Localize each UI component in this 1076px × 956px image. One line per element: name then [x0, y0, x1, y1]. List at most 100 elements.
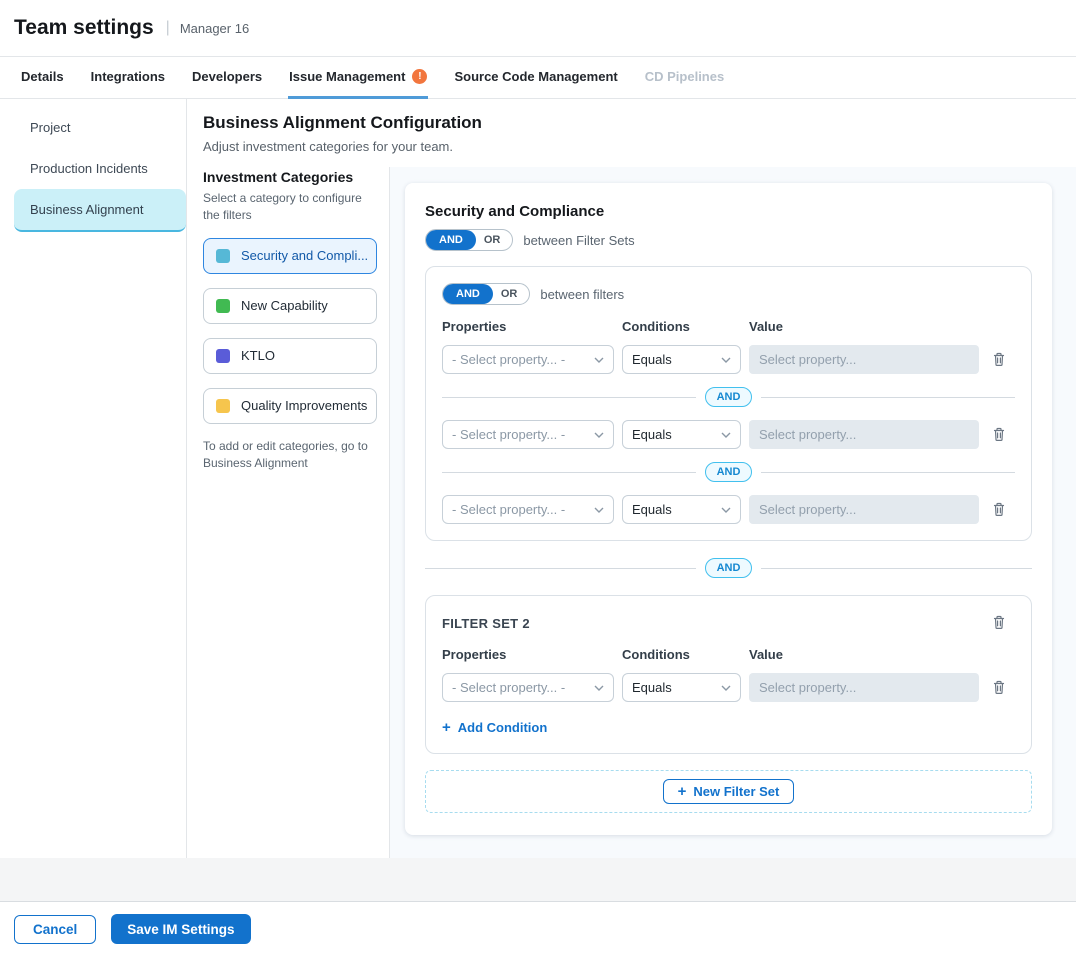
chevron-down-icon: [721, 685, 731, 691]
page-subtitle: Adjust investment categories for your te…: [203, 139, 1052, 154]
page-title: Business Alignment Configuration: [203, 113, 1052, 133]
category-quality-improvements[interactable]: Quality Improvements: [203, 388, 377, 424]
delete-filter-set-button[interactable]: [989, 612, 1009, 633]
chevron-down-icon: [721, 432, 731, 438]
category-color-swatch: [216, 399, 230, 413]
plus-icon: +: [442, 720, 451, 735]
categories-title: Investment Categories: [203, 169, 377, 185]
delete-condition-button[interactable]: [989, 677, 1009, 698]
and-connector-pill: AND: [705, 462, 753, 482]
filter-set-and-separator: AND: [425, 558, 1032, 578]
filter-sets-andor-toggle[interactable]: AND OR: [425, 229, 513, 251]
category-color-swatch: [216, 249, 230, 263]
condition-select[interactable]: Equals: [622, 345, 741, 374]
filter-set-2-title: FILTER SET 2: [442, 612, 530, 631]
properties-header: Properties: [442, 647, 622, 662]
new-filter-set-button[interactable]: + New Filter Set: [663, 779, 795, 804]
tab-integrations[interactable]: Integrations: [90, 57, 166, 99]
filter-set-2: FILTER SET 2 Properties Conditions Value: [425, 595, 1032, 754]
team-context: Manager 16: [180, 21, 249, 36]
category-filters-card: Security and Compliance AND OR between F…: [405, 183, 1052, 835]
property-select[interactable]: - Select property... -: [442, 345, 614, 374]
category-new-capability[interactable]: New Capability: [203, 288, 377, 324]
column-headers: Properties Conditions Value: [442, 647, 1015, 662]
category-label: Security and Compli...: [241, 248, 368, 263]
condition-select[interactable]: Equals: [622, 420, 741, 449]
category-color-swatch: [216, 299, 230, 313]
chevron-down-icon: [721, 507, 731, 513]
property-select[interactable]: - Select property... -: [442, 420, 614, 449]
delete-condition-button[interactable]: [989, 349, 1009, 370]
selected-category-title: Security and Compliance: [425, 203, 1032, 220]
delete-condition-button[interactable]: [989, 424, 1009, 445]
trash-icon: [991, 501, 1007, 518]
page-header: Team settings | Manager 16: [0, 0, 1076, 57]
tab-source-code-management[interactable]: Source Code Management: [453, 57, 618, 99]
category-ktlo[interactable]: KTLO: [203, 338, 377, 374]
add-condition-button[interactable]: + Add Condition: [442, 720, 547, 735]
conditions-header: Conditions: [622, 319, 749, 334]
sidebar-item-production-incidents[interactable]: Production Incidents: [14, 148, 186, 189]
and-toggle-option[interactable]: AND: [426, 230, 476, 250]
categories-subtitle: Select a category to configure the filte…: [203, 190, 377, 224]
and-connector-pill: AND: [705, 387, 753, 407]
cancel-button[interactable]: Cancel: [14, 915, 96, 944]
condition-select[interactable]: Equals: [622, 673, 741, 702]
properties-header: Properties: [442, 319, 622, 334]
or-toggle-option[interactable]: OR: [476, 230, 513, 250]
chevron-down-icon: [594, 357, 604, 363]
tab-details[interactable]: Details: [20, 57, 65, 99]
and-separator: AND: [442, 387, 1015, 407]
chevron-down-icon: [594, 432, 604, 438]
sidebar-item-project[interactable]: Project: [14, 107, 186, 148]
and-separator: AND: [442, 462, 1015, 482]
category-security-and-compliance[interactable]: Security and Compli...: [203, 238, 377, 274]
property-select[interactable]: - Select property... -: [442, 673, 614, 702]
action-footer: Cancel Save IM Settings: [0, 901, 1076, 956]
trash-icon: [991, 426, 1007, 443]
and-connector-pill: AND: [705, 558, 753, 578]
toggle-suffix: between Filter Sets: [523, 233, 634, 248]
new-filter-set-dropzone: + New Filter Set: [425, 770, 1032, 813]
filter-configuration-area: Security and Compliance AND OR between F…: [390, 167, 1076, 858]
value-header: Value: [749, 319, 783, 334]
toggle-suffix: between filters: [540, 287, 624, 302]
and-toggle-option[interactable]: AND: [443, 284, 493, 304]
value-input: [749, 420, 979, 449]
tab-cd-pipelines: CD Pipelines: [644, 57, 725, 99]
condition-row: - Select property... - Equals: [442, 673, 1015, 702]
trash-icon: [991, 614, 1007, 631]
app-title: Team settings: [14, 16, 154, 40]
condition-row: - Select property... - Equals: [442, 495, 1015, 524]
value-input: [749, 495, 979, 524]
value-input: [749, 345, 979, 374]
tab-issue-management[interactable]: Issue Management !: [288, 57, 428, 99]
or-toggle-option[interactable]: OR: [493, 284, 530, 304]
content-area: Project Production Incidents Business Al…: [0, 99, 1076, 858]
chevron-down-icon: [594, 685, 604, 691]
delete-condition-button[interactable]: [989, 499, 1009, 520]
tab-developers[interactable]: Developers: [191, 57, 263, 99]
category-label: KTLO: [241, 348, 275, 363]
warning-icon: !: [412, 69, 427, 84]
category-label: Quality Improvements: [241, 398, 367, 413]
category-label: New Capability: [241, 298, 328, 313]
trash-icon: [991, 679, 1007, 696]
value-input: [749, 673, 979, 702]
sidebar-item-business-alignment[interactable]: Business Alignment: [14, 189, 186, 232]
condition-row: - Select property... - Equals: [442, 345, 1015, 374]
property-select[interactable]: - Select property... -: [442, 495, 614, 524]
settings-tabbar: Details Integrations Developers Issue Ma…: [0, 57, 1076, 99]
title-divider: |: [166, 19, 170, 37]
main-panel: Business Alignment Configuration Adjust …: [187, 99, 1076, 858]
save-im-settings-button[interactable]: Save IM Settings: [111, 914, 250, 944]
settings-sidebar: Project Production Incidents Business Al…: [0, 99, 187, 858]
filters-andor-toggle[interactable]: AND OR: [442, 283, 530, 305]
conditions-header: Conditions: [622, 647, 749, 662]
chevron-down-icon: [594, 507, 604, 513]
investment-categories-panel: Investment Categories Select a category …: [187, 167, 390, 858]
footer-spacer: [0, 858, 1076, 901]
condition-select[interactable]: Equals: [622, 495, 741, 524]
plus-icon: +: [678, 784, 687, 799]
column-headers: Properties Conditions Value: [442, 319, 1015, 334]
